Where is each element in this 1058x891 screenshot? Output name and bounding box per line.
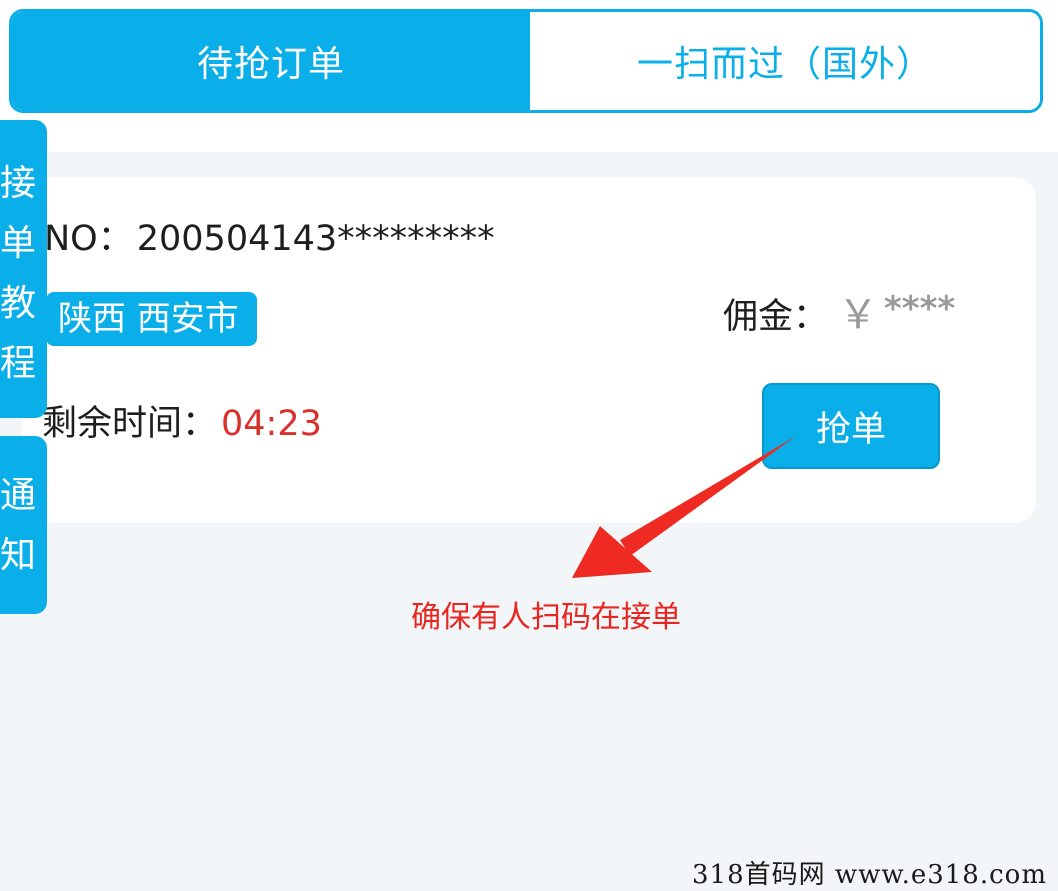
grab-order-button[interactable]: 抢单 [762, 383, 940, 469]
side-tab-tutorial[interactable]: 接 单 教 程 [0, 120, 47, 418]
currency-symbol: ￥ [838, 292, 879, 338]
commission-value: **** [884, 289, 956, 329]
commission: 佣金： ￥ **** [723, 282, 955, 340]
tab-scan-overseas[interactable]: 一扫而过（国外） [530, 12, 1040, 110]
watermark: 318首码网 www.e318.com [692, 860, 1047, 890]
tab-pending-orders[interactable]: 待抢订单 [12, 12, 530, 110]
side-tab-notice[interactable]: 通 知 [0, 436, 47, 614]
side-tab-char: 知 [0, 535, 37, 576]
commission-label: 佣金： [723, 297, 829, 337]
side-tab-char: 程 [0, 343, 37, 384]
order-number-value: 200504143********* [136, 219, 495, 259]
order-tabs: 待抢订单 一扫而过（国外） [9, 9, 1043, 113]
side-tab-char: 接 [0, 163, 37, 204]
time-remaining-label: 剩余时间： [42, 404, 218, 444]
side-tab-char: 单 [0, 223, 37, 264]
side-tab-char: 通 [0, 475, 37, 516]
side-tab-char: 教 [0, 283, 37, 324]
region-badge: 陕西 西安市 [46, 292, 257, 346]
time-remaining: 剩余时间： 04:23 [42, 395, 322, 446]
order-number-colon: ： [97, 219, 133, 259]
time-remaining-value: 04:23 [221, 404, 322, 444]
annotation-text: 确保有人扫码在接单 [411, 600, 681, 635]
order-number-label: NO [44, 219, 98, 259]
order-number: NO： 200504143********* [44, 210, 495, 261]
